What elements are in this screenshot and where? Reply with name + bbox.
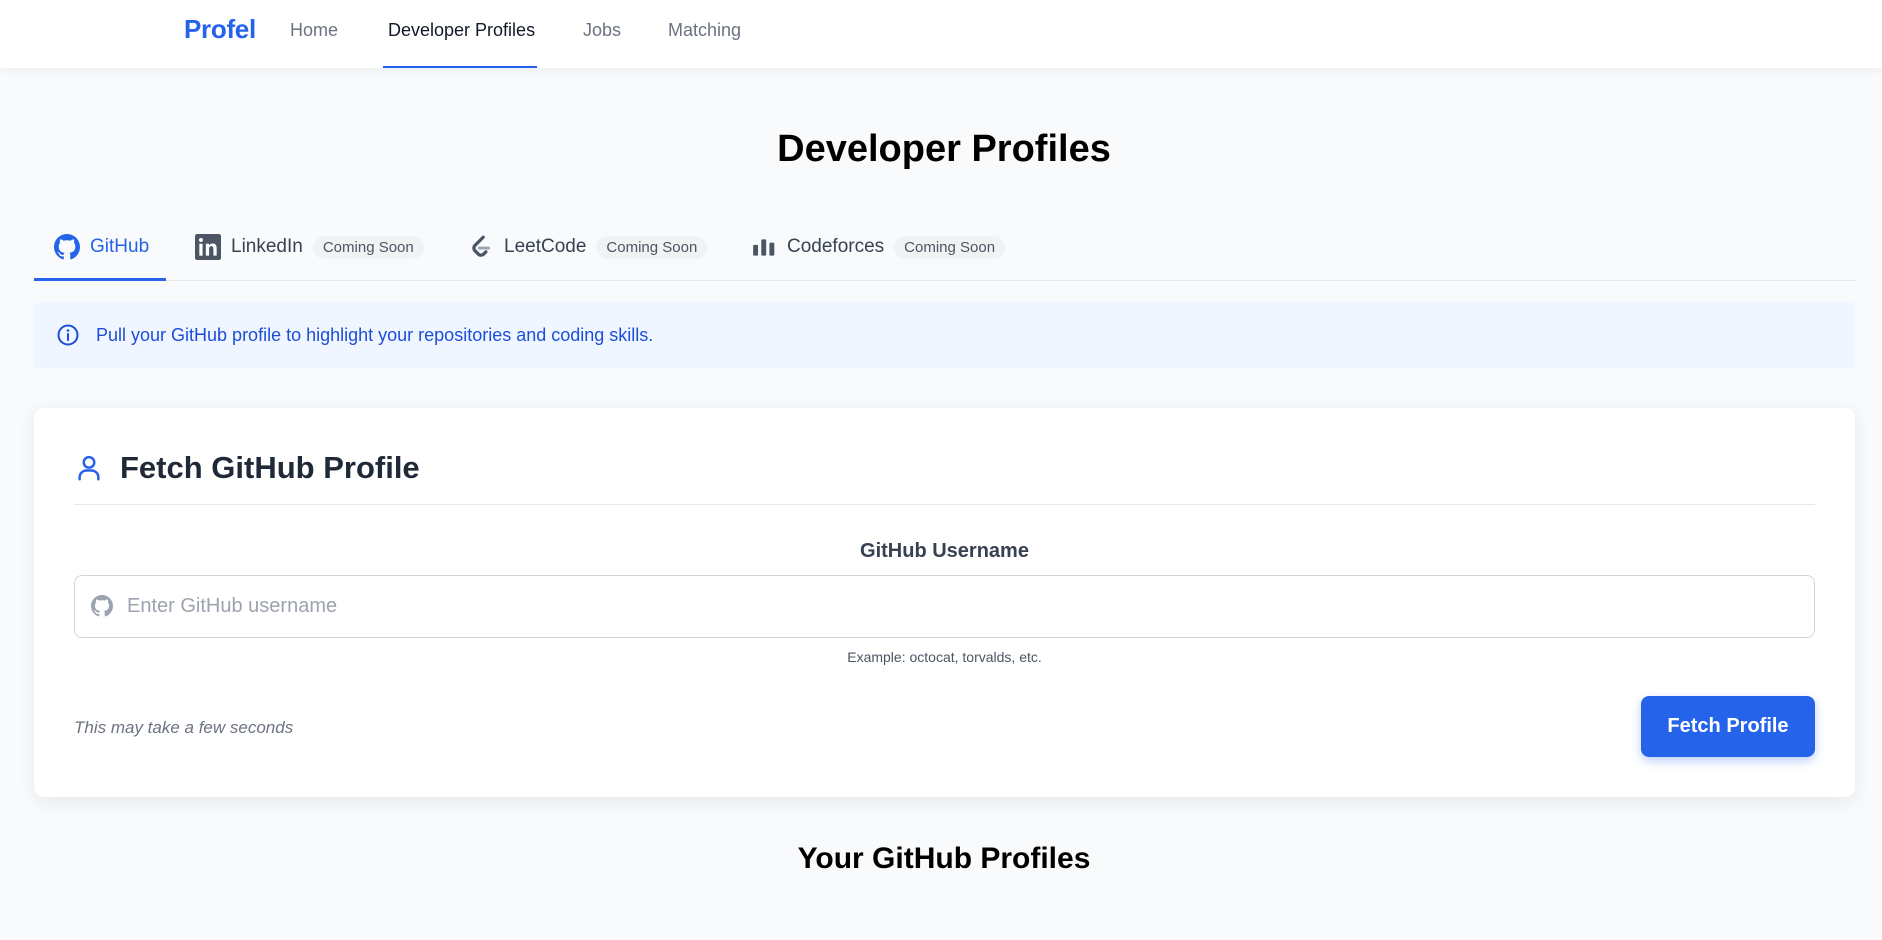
brand-logo[interactable]: Profel <box>184 14 256 45</box>
tab-leetcode-label: LeetCode <box>504 236 587 257</box>
nav-active-indicator <box>383 66 537 68</box>
tab-github[interactable]: GitHub <box>54 232 149 262</box>
user-icon <box>74 453 104 483</box>
card-title: Fetch GitHub Profile <box>120 450 420 485</box>
top-navbar: Profel Home Developer Profiles Jobs Matc… <box>0 0 1882 68</box>
info-banner-text: Pull your GitHub profile to highlight yo… <box>96 324 654 345</box>
username-label: GitHub Username <box>860 540 1029 562</box>
nav-link-matching[interactable]: Matching <box>668 20 741 41</box>
fetch-profile-button[interactable]: Fetch Profile <box>1641 696 1815 757</box>
linkedin-icon <box>195 234 221 260</box>
info-banner: Pull your GitHub profile to highlight yo… <box>34 302 1855 368</box>
tab-github-label: GitHub <box>90 236 150 257</box>
page-title: Developer Profiles <box>777 128 1111 170</box>
codeforces-icon <box>751 234 777 260</box>
username-input-wrapper[interactable] <box>74 575 1815 638</box>
nav-link-jobs[interactable]: Jobs <box>583 20 621 41</box>
profiles-section-title: Your GitHub Profiles <box>797 842 1091 875</box>
tab-codeforces-label: Codeforces <box>787 236 885 257</box>
tab-codeforces[interactable]: Codeforces Coming Soon <box>751 232 1006 262</box>
fetch-profile-card: Fetch GitHub Profile GitHub Username Exa… <box>34 408 1855 797</box>
username-hint: Example: octocat, torvalds, etc. <box>847 649 1042 665</box>
leetcode-icon <box>468 234 494 260</box>
tab-linkedin[interactable]: LinkedIn Coming Soon <box>195 232 424 262</box>
tab-leetcode[interactable]: LeetCode Coming Soon <box>468 232 708 262</box>
card-divider <box>74 504 1815 505</box>
tabs-divider <box>34 280 1855 281</box>
github-icon <box>91 594 115 619</box>
info-icon <box>56 323 80 347</box>
nav-link-home[interactable]: Home <box>290 20 338 41</box>
coming-soon-badge: Coming Soon <box>894 235 1006 259</box>
loading-note: This may take a few seconds <box>74 718 294 737</box>
coming-soon-badge: Coming Soon <box>312 235 424 259</box>
coming-soon-badge: Coming Soon <box>596 235 708 259</box>
github-username-input[interactable] <box>127 586 1787 627</box>
tab-linkedin-label: LinkedIn <box>231 236 303 257</box>
nav-link-developer-profiles[interactable]: Developer Profiles <box>388 20 535 41</box>
tab-active-indicator <box>34 278 166 281</box>
card-header: Fetch GitHub Profile <box>74 450 420 486</box>
github-icon <box>54 234 80 260</box>
